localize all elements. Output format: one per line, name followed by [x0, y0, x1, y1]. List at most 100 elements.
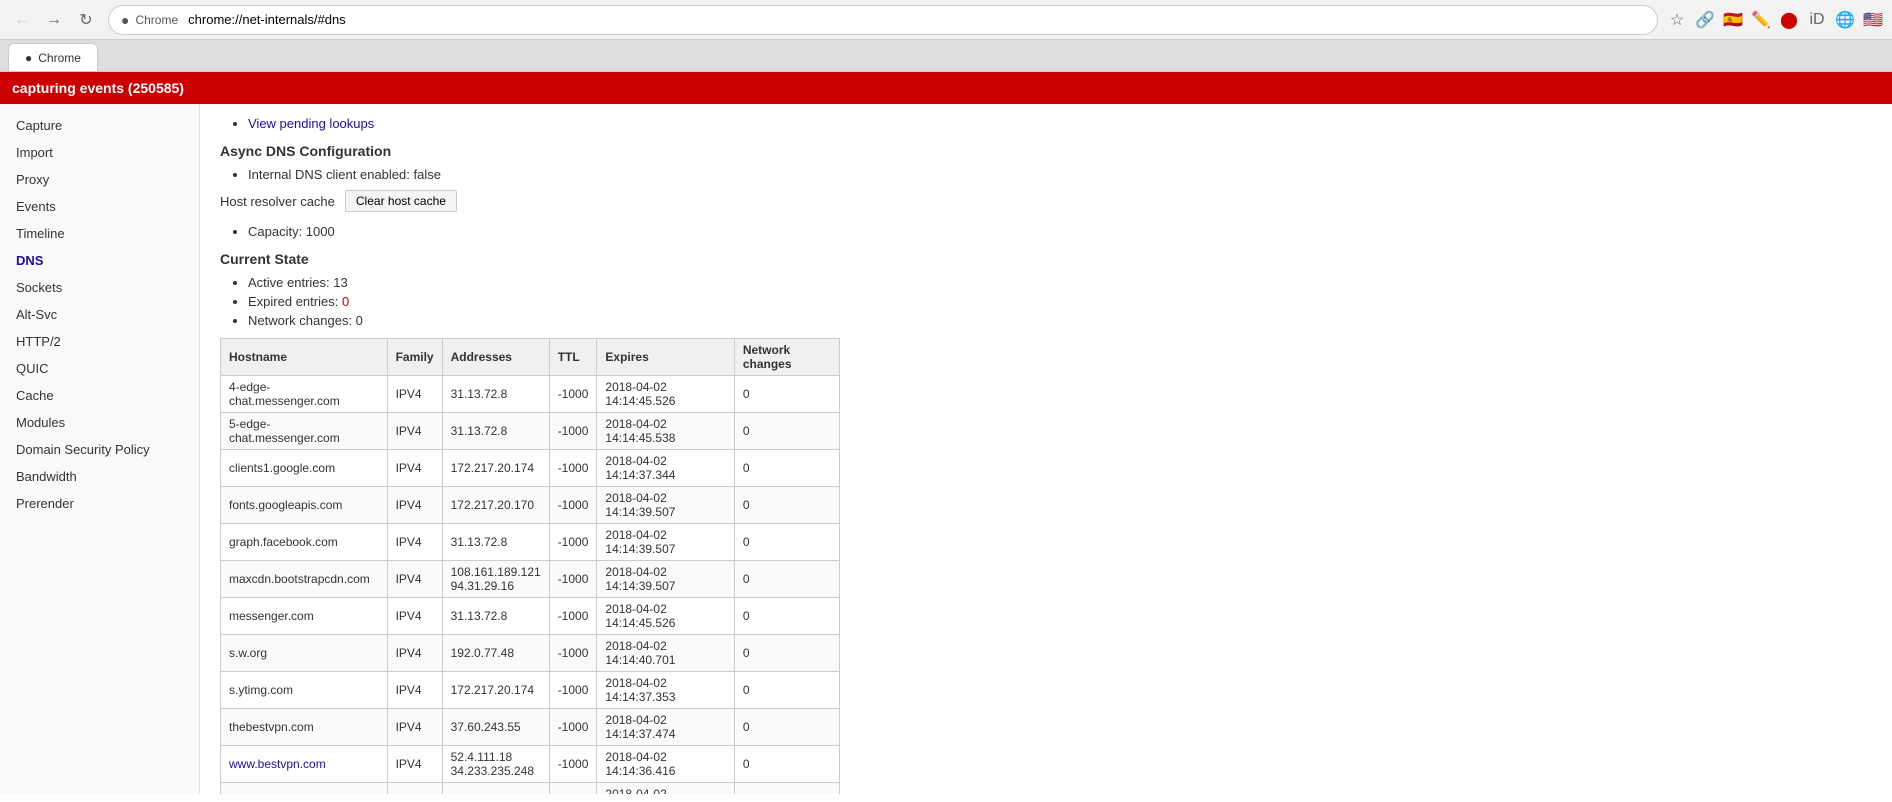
async-dns-list: Internal DNS client enabled: false	[220, 167, 1872, 182]
cell-hostname: graph.facebook.com	[221, 524, 388, 561]
sidebar-item-events[interactable]: Events	[0, 193, 199, 220]
table-row: fonts.googleapis.com IPV4 172.217.20.170…	[221, 487, 840, 524]
cell-changes: 0	[734, 524, 839, 561]
table-row: www.bestvpn.com IPV4 52.4.111.18 34.233.…	[221, 746, 840, 783]
browser-bar: ← → ↻ ● Chrome ☆ 🔗 🇪🇸 ✏️ ⬤ iD 🌐 🇺🇸	[0, 0, 1892, 40]
nav-buttons: ← → ↻	[8, 6, 100, 34]
cell-changes: 0	[734, 450, 839, 487]
cell-ttl: -1000	[549, 487, 597, 524]
dns-table-body: 4-edge-chat.messenger.com IPV4 31.13.72.…	[221, 376, 840, 795]
sidebar-item-dsp[interactable]: Domain Security Policy	[0, 436, 199, 463]
cell-family: IPV4	[387, 746, 442, 783]
capture-text: capturing events (250585)	[12, 80, 184, 96]
cell-ttl: -1000	[549, 413, 597, 450]
main-layout: CaptureImportProxyEventsTimelineDNSSocke…	[0, 104, 1892, 794]
cell-family: IPV4	[387, 709, 442, 746]
cell-family: IPV4	[387, 450, 442, 487]
active-tab[interactable]: ● Chrome	[8, 43, 98, 71]
col-network-changes: Network changes	[734, 339, 839, 376]
cell-addresses: 192.0.77.48	[442, 635, 549, 672]
extensions-icon[interactable]: 🔗	[1694, 9, 1716, 31]
sidebar-item-capture[interactable]: Capture	[0, 112, 199, 139]
cell-family: IPV4	[387, 783, 442, 795]
table-row: www.messenger.com IPV4 31.13.72.8 -1000 …	[221, 783, 840, 795]
cell-addresses: 31.13.72.8	[442, 376, 549, 413]
bookmark-icon[interactable]: ☆	[1666, 9, 1688, 31]
cell-ttl: -1000	[549, 635, 597, 672]
cell-addresses: 31.13.72.8	[442, 524, 549, 561]
expired-count: 0	[342, 294, 349, 309]
table-row: s.w.org IPV4 192.0.77.48 -1000 2018-04-0…	[221, 635, 840, 672]
cell-addresses: 31.13.72.8	[442, 598, 549, 635]
content-area: View pending lookups Async DNS Configura…	[200, 104, 1892, 794]
network-changes: Network changes: 0	[248, 313, 1872, 328]
cell-family: IPV4	[387, 635, 442, 672]
tab-label: Chrome	[135, 13, 178, 27]
sidebar-item-proxy[interactable]: Proxy	[0, 166, 199, 193]
sidebar-item-cache[interactable]: Cache	[0, 382, 199, 409]
ext4-icon: iD	[1806, 9, 1828, 31]
sidebar-item-prerender[interactable]: Prerender	[0, 490, 199, 517]
table-row: thebestvpn.com IPV4 37.60.243.55 -1000 2…	[221, 709, 840, 746]
col-addresses: Addresses	[442, 339, 549, 376]
toolbar-icons: ☆ 🔗 🇪🇸 ✏️ ⬤ iD 🌐 🇺🇸	[1666, 9, 1884, 31]
cell-expires: 2018-04-02 14:14:37.353	[597, 672, 734, 709]
sidebar-item-dns[interactable]: DNS	[0, 247, 199, 274]
top-links: View pending lookups	[220, 116, 1872, 131]
reload-button[interactable]: ↻	[72, 6, 100, 34]
cell-addresses: 31.13.72.8	[442, 413, 549, 450]
capture-bar: capturing events (250585)	[0, 72, 1892, 104]
capacity-list: Capacity: 1000	[220, 224, 1872, 239]
cell-family: IPV4	[387, 376, 442, 413]
cell-hostname: s.w.org	[221, 635, 388, 672]
cell-family: IPV4	[387, 561, 442, 598]
cell-addresses: 172.217.20.174	[442, 450, 549, 487]
tab-title: Chrome	[38, 51, 81, 65]
async-dns-title: Async DNS Configuration	[220, 143, 1872, 159]
cell-ttl: -1000	[549, 561, 597, 598]
cell-hostname: messenger.com	[221, 598, 388, 635]
cell-ttl: -1000	[549, 783, 597, 795]
sidebar-item-modules[interactable]: Modules	[0, 409, 199, 436]
cell-hostname: maxcdn.bootstrapcdn.com	[221, 561, 388, 598]
sidebar-item-http2[interactable]: HTTP/2	[0, 328, 199, 355]
cell-hostname: thebestvpn.com	[221, 709, 388, 746]
back-button[interactable]: ←	[8, 6, 36, 34]
clear-host-cache-button[interactable]: Clear host cache	[345, 190, 457, 212]
ext1-icon: 🇪🇸	[1722, 9, 1744, 31]
async-dns-item: Internal DNS client enabled: false	[248, 167, 1872, 182]
host-resolver-label: Host resolver cache	[220, 194, 335, 209]
cell-family: IPV4	[387, 413, 442, 450]
ext2-icon: ✏️	[1750, 9, 1772, 31]
cell-family: IPV4	[387, 524, 442, 561]
cell-changes: 0	[734, 709, 839, 746]
table-row: messenger.com IPV4 31.13.72.8 -1000 2018…	[221, 598, 840, 635]
cell-hostname: clients1.google.com	[221, 450, 388, 487]
cell-expires: 2018-04-02 14:14:39.507	[597, 487, 734, 524]
cell-expires: 2018-04-02 14:14:39.507	[597, 524, 734, 561]
cell-changes: 0	[734, 561, 839, 598]
forward-button[interactable]: →	[40, 6, 68, 34]
cell-changes: 0	[734, 635, 839, 672]
address-bar[interactable]: ● Chrome	[108, 5, 1658, 35]
col-hostname: Hostname	[221, 339, 388, 376]
cell-family: IPV4	[387, 598, 442, 635]
sidebar-item-timeline[interactable]: Timeline	[0, 220, 199, 247]
sidebar-item-import[interactable]: Import	[0, 139, 199, 166]
hostname-link[interactable]: www.bestvpn.com	[229, 757, 326, 771]
sidebar-item-sockets[interactable]: Sockets	[0, 274, 199, 301]
cell-expires: 2018-04-02 14:14:45.538	[597, 413, 734, 450]
cell-addresses: 37.60.243.55	[442, 709, 549, 746]
sidebar-item-quic[interactable]: QUIC	[0, 355, 199, 382]
col-family: Family	[387, 339, 442, 376]
cell-hostname: www.messenger.com	[221, 783, 388, 795]
sidebar-item-alt-svc[interactable]: Alt-Svc	[0, 301, 199, 328]
cell-expires: 2018-04-02 14:14:40.701	[597, 635, 734, 672]
cell-changes: 0	[734, 672, 839, 709]
url-input[interactable]	[188, 12, 1645, 27]
cell-changes: 0	[734, 783, 839, 795]
sidebar-item-bandwidth[interactable]: Bandwidth	[0, 463, 199, 490]
cell-changes: 0	[734, 413, 839, 450]
ext3-icon: ⬤	[1778, 9, 1800, 31]
view-pending-lookups-link[interactable]: View pending lookups	[248, 116, 374, 131]
